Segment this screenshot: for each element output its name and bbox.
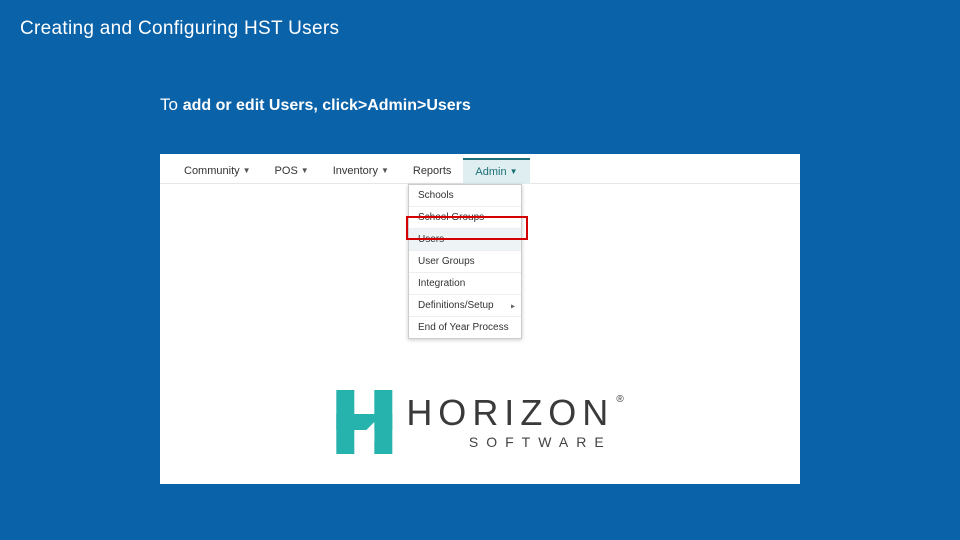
nav-label: Admin <box>475 160 506 184</box>
dd-label: User Groups <box>418 256 475 267</box>
caret-down-icon: ▼ <box>510 160 518 184</box>
dd-label: Definitions/Setup <box>418 300 494 311</box>
nav-label: Inventory <box>333 158 378 184</box>
slide-title: Creating and Configuring HST Users <box>20 18 339 40</box>
nav-admin[interactable]: Admin ▼ <box>463 158 529 184</box>
logo-h-mark <box>336 390 392 454</box>
dd-label: Users <box>418 234 444 245</box>
nav-label: POS <box>275 158 298 184</box>
instruction-text: To add or edit Users, click>Admin>Users <box>160 95 471 115</box>
logo-wordmark: HORIZON® <box>406 395 623 431</box>
dd-item-school-groups[interactable]: School Groups <box>409 207 521 229</box>
dd-item-integration[interactable]: Integration <box>409 273 521 295</box>
nav-label: Reports <box>413 158 452 184</box>
logo-main-text: HORIZON <box>406 392 614 433</box>
caret-down-icon: ▼ <box>301 158 309 184</box>
screenshot-panel: Community ▼ POS ▼ Inventory ▼ Reports Ad… <box>160 154 800 484</box>
dd-item-schools[interactable]: Schools <box>409 185 521 207</box>
dd-label: Schools <box>418 190 454 201</box>
registered-icon: ® <box>616 394 623 405</box>
caret-down-icon: ▼ <box>243 158 251 184</box>
top-navbar: Community ▼ POS ▼ Inventory ▼ Reports Ad… <box>160 158 800 184</box>
caption-rest: add or edit Users, click>Admin>Users <box>183 97 471 114</box>
nav-inventory[interactable]: Inventory ▼ <box>321 158 401 184</box>
nav-community[interactable]: Community ▼ <box>172 158 263 184</box>
dd-item-user-groups[interactable]: User Groups <box>409 251 521 273</box>
nav-pos[interactable]: POS ▼ <box>263 158 321 184</box>
horizon-logo: HORIZON® SOFTWARE <box>336 390 623 454</box>
nav-reports[interactable]: Reports <box>401 158 464 184</box>
dd-label: School Groups <box>418 212 484 223</box>
logo-subtext: SOFTWARE <box>406 435 611 449</box>
admin-dropdown: Schools School Groups Users User Groups … <box>408 184 522 339</box>
dd-label: End of Year Process <box>418 322 509 333</box>
nav-label: Community <box>184 158 240 184</box>
submenu-arrow-icon: ▸ <box>511 301 515 310</box>
dd-item-definitions-setup[interactable]: Definitions/Setup ▸ <box>409 295 521 317</box>
dd-label: Integration <box>418 278 465 289</box>
caret-down-icon: ▼ <box>381 158 389 184</box>
dd-item-eoy-process[interactable]: End of Year Process <box>409 317 521 338</box>
dd-item-users[interactable]: Users <box>409 229 521 251</box>
logo-text-block: HORIZON® SOFTWARE <box>406 395 623 449</box>
caption-lead: To <box>160 95 183 114</box>
